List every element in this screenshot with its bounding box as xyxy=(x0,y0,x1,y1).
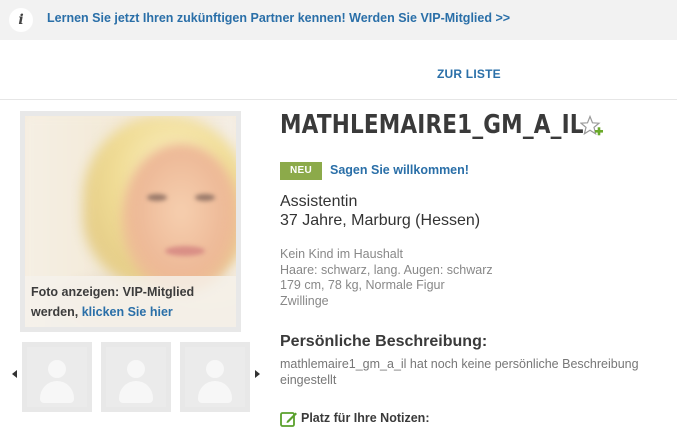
photo-eye xyxy=(147,194,167,201)
profile-occupation: Assistentin xyxy=(280,193,358,210)
photo-thumbnail[interactable] xyxy=(101,342,171,412)
photo-vip-caption: Foto anzeigen: VIP-Mitglied werden, klic… xyxy=(25,276,236,327)
back-to-list-link[interactable]: ZUR LISTE xyxy=(437,67,501,81)
detail-children: Kein Kind im Haushalt xyxy=(280,247,403,261)
description-text: mathlemaire1_gm_a_il hat noch keine pers… xyxy=(280,357,639,387)
photo-mouth xyxy=(165,246,205,256)
detail-zodiac: Zwillinge xyxy=(280,293,329,308)
profile-navigation: ZUR LISTE xyxy=(0,40,677,100)
photo-thumbnail-strip xyxy=(6,340,264,412)
photo-face xyxy=(121,144,236,294)
vip-promo-link[interactable]: Lernen Sie jetzt Ihren zukünftigen Partn… xyxy=(47,11,510,25)
thumbnail-prev-arrow-icon[interactable] xyxy=(12,370,17,378)
say-welcome-link[interactable]: Sagen Sie willkommen! xyxy=(330,163,469,177)
notes-label: Platz für Ihre Notizen: xyxy=(301,411,430,425)
profile-details: Kein Kind im Haushalt Haare: schwarz, la… xyxy=(280,247,493,309)
photo-vip-link[interactable]: klicken Sie hier xyxy=(82,305,173,319)
info-icon: i xyxy=(9,8,33,32)
detail-hair-eyes: Haare: schwarz, lang. Augen: schwarz xyxy=(280,262,493,277)
add-to-favorites-star-icon[interactable] xyxy=(580,115,604,139)
vip-promo-banner: i Lernen Sie jetzt Ihren zukünftigen Par… xyxy=(0,0,677,40)
thumbnail-next-arrow-icon[interactable] xyxy=(255,370,260,378)
profile-photo[interactable]: Foto anzeigen: VIP-Mitglied werden, klic… xyxy=(25,116,236,327)
profile-age-location: 37 Jahre, Marburg (Hessen) xyxy=(280,212,481,229)
photo-thumbnail[interactable] xyxy=(180,342,250,412)
profile-username: MATHLEMAIRE1_GM_A_IL xyxy=(280,110,584,140)
profile-photo-frame[interactable]: Foto anzeigen: VIP-Mitglied werden, klic… xyxy=(20,111,241,332)
avatar-placeholder-icon xyxy=(185,347,245,407)
photo-thumbnail[interactable] xyxy=(22,342,92,412)
new-member-badge: NEU xyxy=(280,162,322,180)
detail-height-weight: 179 cm, 78 kg, Normale Figur xyxy=(280,278,445,292)
description-heading: Persönliche Beschreibung: xyxy=(280,333,488,350)
avatar-placeholder-icon xyxy=(106,347,166,407)
edit-notes-icon[interactable] xyxy=(280,410,298,428)
photo-eye xyxy=(195,194,215,201)
avatar-placeholder-icon xyxy=(27,347,87,407)
